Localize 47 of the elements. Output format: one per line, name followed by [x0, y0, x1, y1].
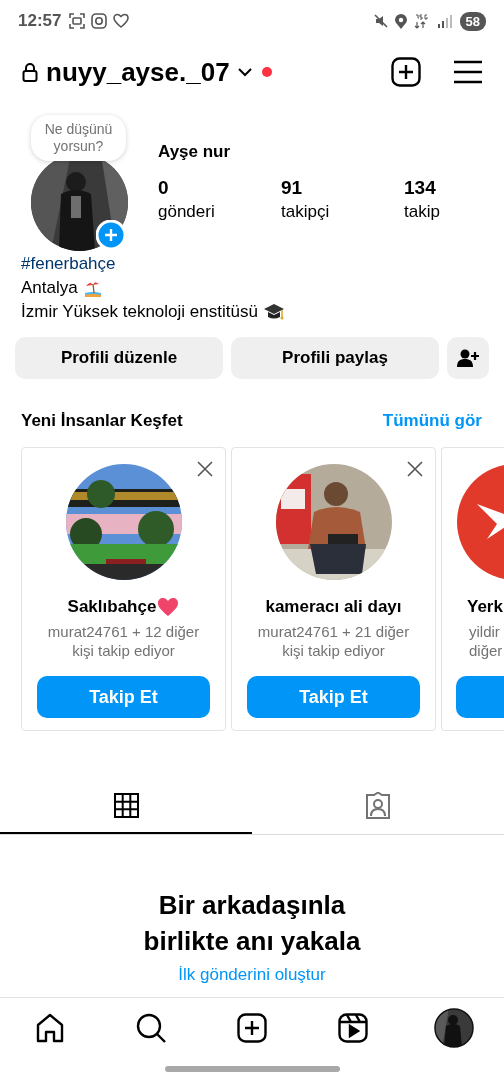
close-icon[interactable] — [407, 461, 423, 477]
stat-label[interactable]: takip — [404, 200, 440, 224]
stat-count[interactable]: 0 — [158, 176, 281, 200]
screenshot-icon — [69, 13, 86, 29]
stat-label[interactable]: takipçi — [281, 200, 404, 224]
suggested-name[interactable]: Yerk — [467, 597, 503, 617]
section-title: Yeni İnsanlar Keşfet — [21, 411, 183, 431]
add-person-button[interactable] — [447, 337, 489, 379]
battery-level: 58 — [459, 11, 486, 31]
chevron-down-icon[interactable] — [237, 67, 252, 77]
stat-label[interactable]: gönderi — [158, 200, 281, 224]
menu-icon[interactable] — [454, 60, 482, 84]
network-icon — [413, 13, 430, 29]
search-icon[interactable] — [136, 1012, 167, 1043]
status-time: 12:57 — [18, 11, 62, 31]
create-icon[interactable] — [237, 1012, 267, 1043]
note-tooltip[interactable]: Ne düşünüyorsun? — [31, 115, 126, 161]
tagged-icon — [363, 791, 393, 820]
mute-icon — [373, 14, 388, 28]
camera-icon — [91, 13, 108, 29]
suggested-name[interactable]: kameracı ali dayı — [265, 597, 402, 617]
profile-action-button[interactable]: Profili paylaş — [231, 337, 439, 379]
stat-count[interactable]: 91 — [281, 176, 404, 200]
graduation-cap-icon — [262, 302, 285, 322]
location-icon — [394, 13, 407, 29]
reels-icon[interactable] — [337, 1012, 368, 1043]
create-icon[interactable] — [391, 57, 421, 87]
lock-icon — [22, 62, 38, 82]
stat-count[interactable]: 134 — [404, 176, 440, 200]
profile-action-button[interactable]: Profili düzenle — [15, 337, 223, 379]
bio-text: Antalya — [21, 277, 78, 299]
mutual-followers: murat24761 + 21 diğer kişi takip ediyor — [256, 622, 411, 660]
hashtag-link[interactable]: #fenerbahçe — [21, 252, 116, 276]
home-icon[interactable] — [35, 1012, 66, 1043]
suggested-name[interactable]: Saklıbahçe — [67, 597, 157, 617]
mutual-followers: yildir diğer — [469, 622, 504, 660]
username[interactable]: nuyy_ayse._07 — [46, 56, 230, 88]
mutual-followers: murat24761 + 12 diğer kişi takip ediyor — [46, 622, 201, 660]
heart-outline-icon — [113, 13, 130, 29]
signal-icon — [436, 14, 453, 28]
grid-icon — [113, 793, 139, 818]
close-icon[interactable] — [197, 461, 213, 477]
empty-state-title: Bir arkadaşınla birlikte anı yakala — [142, 889, 362, 958]
bio-text: İzmir Yüksek teknoloji enstitüsü — [21, 301, 258, 323]
profile-name: Ayşe nur — [158, 142, 232, 162]
heart-icon — [157, 597, 180, 617]
add-person-icon — [457, 349, 479, 367]
